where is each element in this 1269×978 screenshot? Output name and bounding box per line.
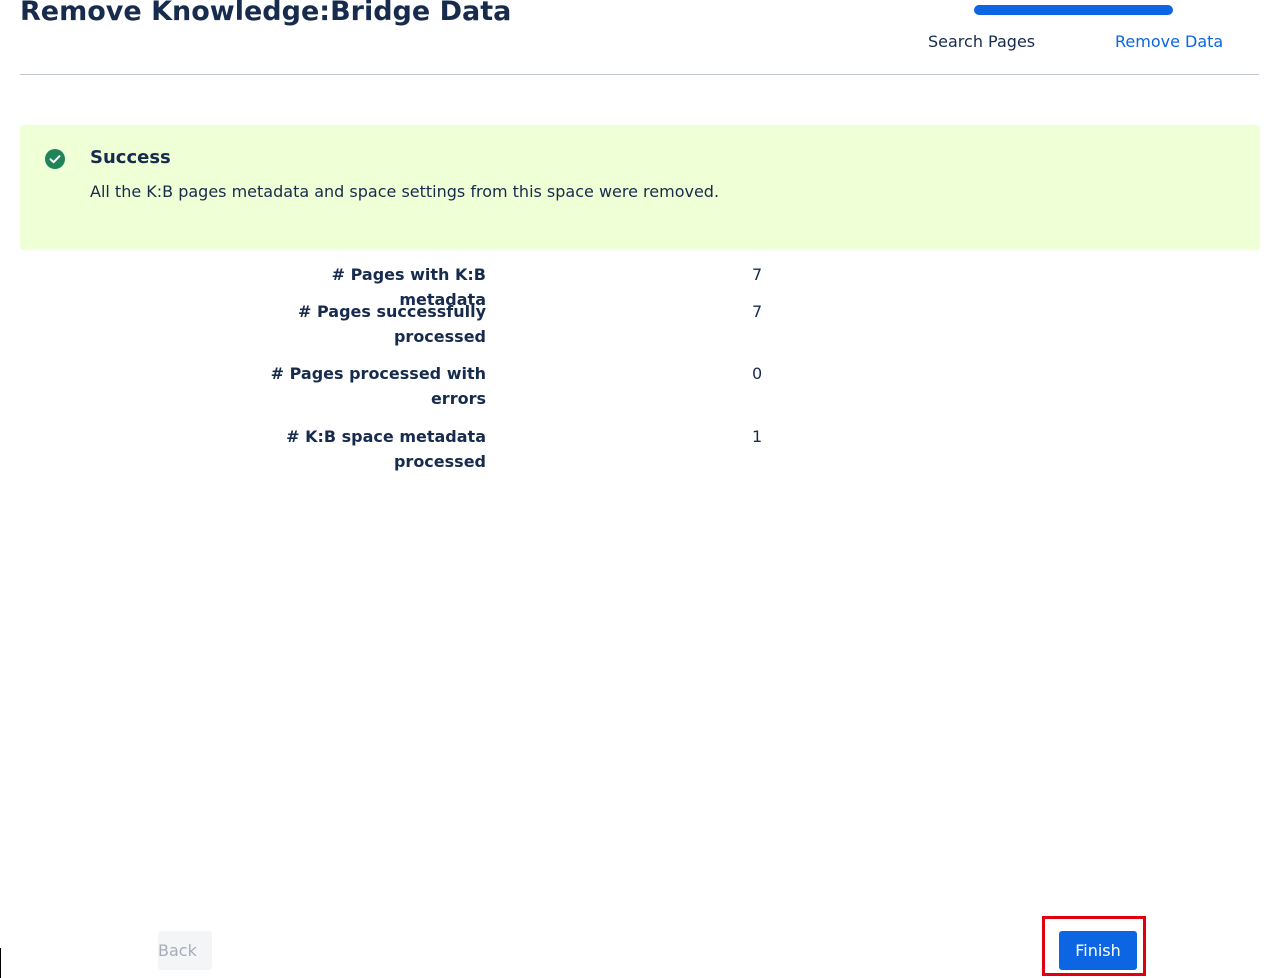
wizard-step-search-pages: Search Pages [928, 32, 1036, 51]
stat-value: 1 [752, 427, 763, 446]
finish-button[interactable]: Finish [1059, 931, 1137, 970]
check-circle-icon [45, 149, 65, 169]
remove-data-page: Remove Knowledge:Bridge Data Search Page… [0, 0, 1269, 978]
stat-label: # K:B space metadata processed [286, 427, 486, 471]
stat-label: # Pages successfully processed [298, 302, 486, 346]
wizard-progress-bar [974, 5, 1173, 15]
page-title: Remove Knowledge:Bridge Data [20, 0, 512, 27]
stat-value: 0 [752, 364, 763, 383]
stat-label: # Pages processed with errors [270, 364, 486, 408]
stat-value: 7 [752, 265, 763, 284]
wizard-step-remove-data: Remove Data [1115, 32, 1224, 51]
back-button[interactable]: Back [158, 931, 212, 970]
banner-title: Success [90, 147, 171, 168]
success-banner: Success All the K:B pages metadata and s… [20, 125, 1260, 250]
banner-message: All the K:B pages metadata and space set… [90, 182, 720, 201]
stat-value: 7 [752, 302, 763, 321]
text-cursor [0, 948, 1, 978]
header-divider [20, 74, 1259, 75]
